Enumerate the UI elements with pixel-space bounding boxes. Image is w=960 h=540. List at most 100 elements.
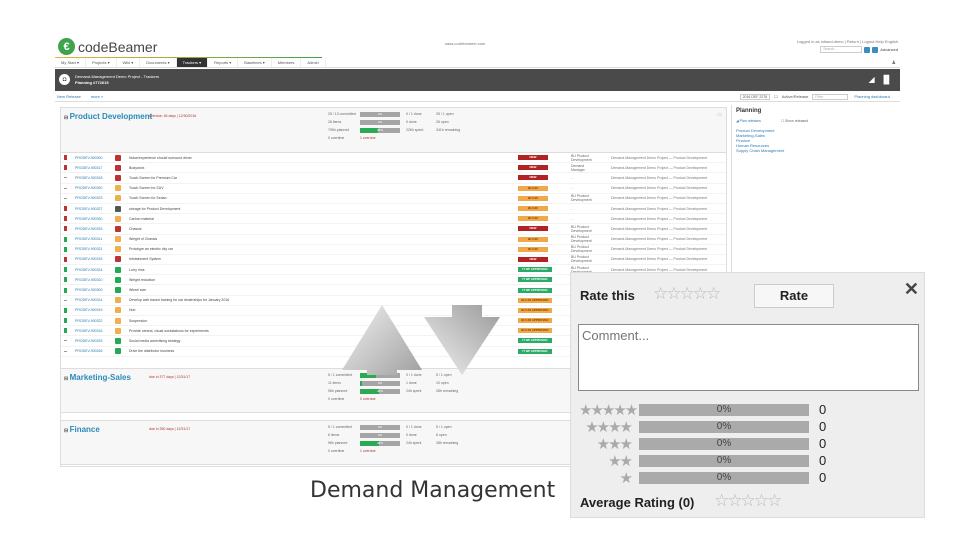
release-title[interactable]: Product Development	[64, 112, 153, 121]
release-title[interactable]: Marketing-Sales	[64, 373, 131, 382]
item-id-link[interactable]: PRODEV-900310	[75, 278, 115, 282]
edit-icon[interactable]: ◢	[869, 75, 875, 84]
item-id-link[interactable]: PRODEV-900325	[75, 339, 115, 343]
comment-input[interactable]	[578, 324, 919, 391]
item-name[interactable]: Touch Screen for SUV	[129, 186, 409, 190]
item-id-link[interactable]: PRODEV-900319	[75, 308, 115, 312]
item-name[interactable]: Chassis	[129, 227, 409, 231]
table-row[interactable]: PRODEV-900318 Touch Screen for Premium Ca…	[61, 173, 726, 184]
status-badge: IT BP APPROVED	[518, 267, 552, 273]
chart-icon[interactable]: ▐▌	[881, 75, 892, 84]
priority-icon	[64, 216, 67, 222]
rate-this-label: Rate this	[580, 288, 635, 303]
stat-row: 6 items 0% 0 done 6 open	[328, 431, 458, 439]
item-name[interactable]: Develop web based training for car deale…	[129, 298, 409, 302]
nav-item-trackers[interactable]: Trackers ▾	[176, 58, 209, 67]
progress-text: 46%	[376, 127, 383, 132]
table-row[interactable]: PRODEV-900300 Noise/experience should sur…	[61, 153, 726, 164]
stat-right: 28h remaining	[436, 441, 459, 445]
table-row[interactable]: PRODEV-900317 Bodywork NEW Demand Manager De…	[61, 163, 726, 174]
user-icon[interactable]: ♟	[892, 60, 896, 66]
release-title[interactable]: Finance	[64, 425, 100, 434]
collapse-icon[interactable]: ▭	[717, 112, 722, 118]
stat-mid: 0 done	[406, 120, 417, 124]
table-row[interactable]: PRODEV-900333 Chassis NEW BU Product Develo…	[61, 224, 726, 235]
item-name[interactable]: Lorry rims	[129, 268, 409, 272]
nav-item-wiki[interactable]: Wiki ▾	[117, 58, 141, 67]
filter-input[interactable]: Filter	[812, 93, 849, 100]
priority-icon	[64, 226, 67, 232]
item-id-link[interactable]: PRODEV-900309	[75, 288, 115, 292]
nav-item-projects[interactable]: Projects ▾	[86, 58, 117, 67]
nav-item-mystart[interactable]: My Start ▾	[55, 58, 87, 67]
nav-item-documents[interactable]: Documents ▾	[140, 58, 177, 67]
close-icon[interactable]: ✕	[904, 279, 919, 300]
item-id-link[interactable]: PRODEV-900323	[75, 196, 115, 200]
item-id-link[interactable]: PRODEV-900320	[75, 186, 115, 190]
rate-button[interactable]: Rate	[754, 284, 834, 308]
new-release-link[interactable]: New Release	[57, 94, 81, 99]
item-id-link[interactable]: PRODEV-900322	[75, 319, 115, 323]
item-name[interactable]: Carbon material	[129, 217, 409, 221]
item-id-link[interactable]: PRODEV-900318	[75, 176, 115, 180]
stat-mid: 0 done	[406, 433, 417, 437]
item-name[interactable]: Wheel size	[129, 288, 409, 292]
user-links[interactable]: Logged in as intland.demo | Return | Log…	[797, 39, 898, 44]
search-options-button[interactable]	[872, 46, 879, 53]
item-id-link[interactable]: PRODEV-900327	[75, 207, 115, 211]
nav-item-admin[interactable]: Admin	[301, 58, 326, 67]
logo[interactable]: € codeBeamer	[58, 38, 157, 55]
nav-item-baselines[interactable]: Baselines ▾	[238, 58, 272, 67]
item-name[interactable]: Bodywork	[129, 166, 409, 170]
item-id-link[interactable]: PRODEV-900314	[75, 298, 115, 302]
search-input[interactable]: Search...	[820, 46, 863, 53]
sidebar-link[interactable]: Supply Chain Management	[736, 148, 895, 153]
more-link[interactable]: more »	[91, 94, 103, 99]
item-id-link[interactable]: PRODEV-900311	[75, 237, 115, 241]
table-row[interactable]: PRODEV-900323 Touch Screen for Sedan BU HO…	[61, 194, 726, 204]
table-row[interactable]: PRODEV-900311 Weight of Chassis BU HO BU Pr…	[61, 235, 726, 245]
progress-text: 0%	[377, 119, 383, 124]
main-nav: My Start ▾ Projects ▾ Wiki ▾ Documents ▾ Tra…	[55, 58, 900, 68]
item-name[interactable]: Infotainment System	[129, 257, 409, 261]
item-name[interactable]: Touch Screen for Premium Car	[129, 176, 409, 180]
item-id-link[interactable]: PRODEV-900317	[75, 166, 115, 170]
item-name[interactable]: storage for Product Development	[129, 207, 409, 211]
header-bar: ◘ Demand-Management Demo Project - Track…	[55, 69, 900, 91]
item-id-link[interactable]: PRODEV-900326	[75, 349, 115, 353]
header-title[interactable]: Demand-Management Demo Project - Tracker…	[75, 74, 159, 79]
table-row[interactable]: PRODEV-900330 Carbon material BU HO - Demand…	[61, 214, 726, 225]
table-row[interactable]: PRODEV-900327 storage for Product Develop…	[61, 204, 726, 215]
item-id-link[interactable]: PRODEV-900300	[75, 156, 115, 160]
item-id-link[interactable]: PRODEV-900324	[75, 268, 115, 272]
item-id-link[interactable]: PRODEV-900330	[75, 217, 115, 221]
item-name[interactable]: Weight reduction	[129, 278, 409, 282]
table-row[interactable]: PRODEV-900315 Infotainment System NEW BU Pr…	[61, 255, 726, 266]
table-row[interactable]: PRODEV-900320 Touch Screen for SUV BU HO - D…	[61, 184, 726, 194]
item-name[interactable]: Noise/experience should surround driver	[129, 156, 409, 160]
stat-mid[interactable]: 0 overdue	[360, 397, 406, 401]
item-id-link[interactable]: PRODEV-900321	[75, 247, 115, 251]
nav-item-members[interactable]: Members	[272, 58, 302, 67]
nav-item-reports[interactable]: Reports ▾	[208, 58, 239, 67]
item-name[interactable]: Prototype an electric city car	[129, 247, 409, 251]
active-release-checkbox[interactable]: ☐	[774, 94, 778, 99]
advanced-search-link[interactable]: Advanced	[880, 47, 898, 52]
item-owner: Demand Manager	[571, 163, 585, 172]
planning-dashboard-link[interactable]: Planning dashboard	[854, 94, 890, 99]
item-id-link[interactable]: PRODEV-900315	[75, 257, 115, 261]
rate-stars-input[interactable]: ☆☆☆☆☆	[653, 284, 721, 304]
stat-mid[interactable]: 1 overdue	[360, 449, 406, 453]
stat-mid[interactable]: 1 overdue	[360, 136, 406, 140]
search-button[interactable]	[864, 46, 871, 53]
table-row[interactable]: PRODEV-900321 Prototype an electric city …	[61, 245, 726, 255]
item-id-link[interactable]: PRODEV-900333	[75, 227, 115, 231]
show-released-option[interactable]: ☐ Show released	[781, 119, 808, 123]
stat-row: 11 items 4% 1 done 10 open	[328, 379, 458, 387]
plan-releases-option[interactable]: ◢ Plan releases	[736, 119, 761, 123]
item-name[interactable]: Weight of Chassis	[129, 237, 409, 241]
item-id-link[interactable]: PRODEV-900316	[75, 329, 115, 333]
down-arrow-icon	[424, 305, 500, 375]
release-meta: overdue: 46 days | 12/30/2016	[149, 114, 197, 118]
item-name[interactable]: Touch Screen for Sedan	[129, 196, 409, 200]
